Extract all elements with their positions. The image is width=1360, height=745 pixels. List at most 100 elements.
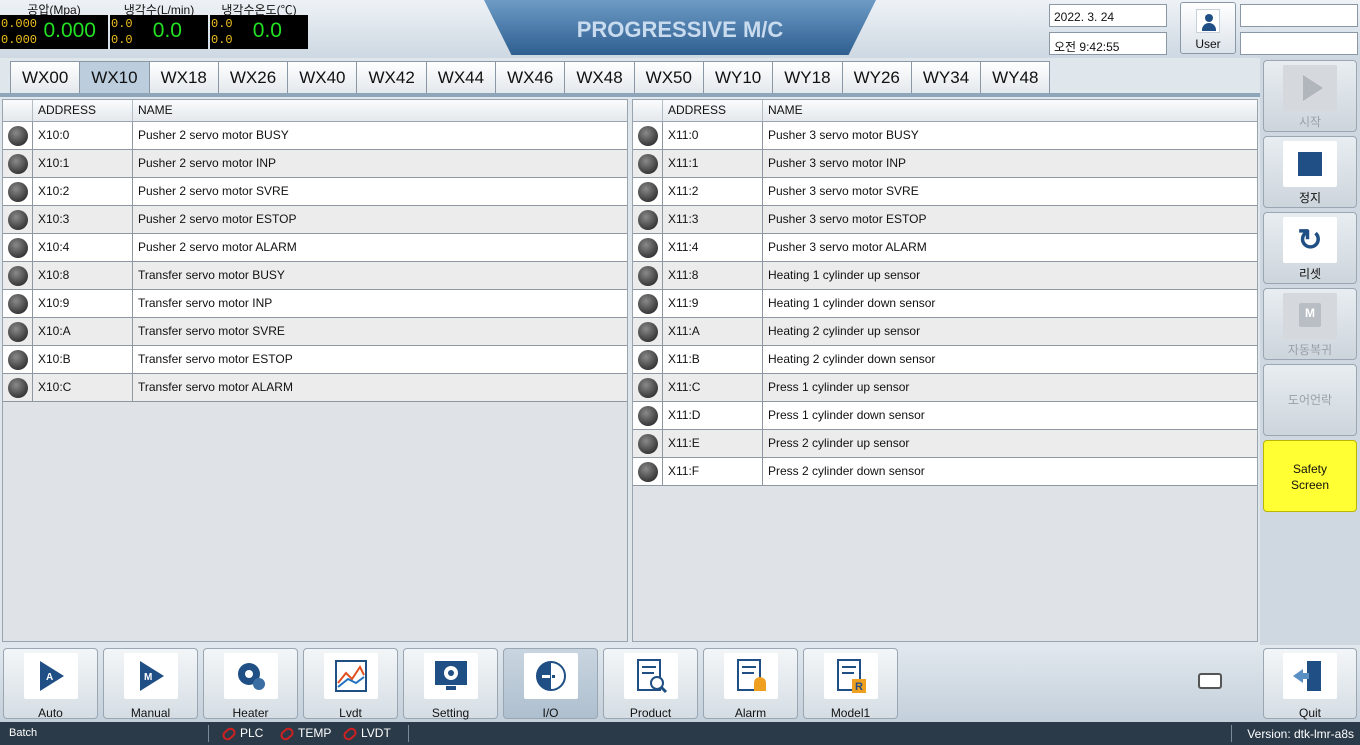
- quit-button[interactable]: Quit: [1263, 648, 1357, 720]
- nav-button-model1[interactable]: R Model1: [803, 648, 898, 720]
- table-row: X11:3 Pusher 3 servo motor ESTOP: [633, 206, 1257, 234]
- user-button-label: User: [1195, 37, 1221, 51]
- manual-mode-icon: M: [123, 653, 178, 699]
- address-cell: X10:8: [33, 262, 133, 289]
- status-led-cell: [3, 234, 33, 261]
- name-cell: Transfer servo motor BUSY: [138, 268, 285, 282]
- gauge-value: 0.0: [152, 19, 182, 42]
- version-label: Version: dtk-lmr-a8s: [1247, 727, 1354, 741]
- reset-button[interactable]: 리셋: [1263, 212, 1357, 284]
- start-button[interactable]: 시작: [1263, 60, 1357, 132]
- status-led-cell: [633, 262, 663, 289]
- name-cell: Transfer servo motor SVRE: [138, 324, 285, 338]
- table-header: ADDRESS NAME: [3, 100, 627, 122]
- gauge-small-value: 0.000: [1, 17, 38, 31]
- name-cell: Pusher 2 servo motor SVRE: [138, 184, 289, 198]
- door-unlock-label: 도어언락: [1287, 393, 1333, 407]
- tab-wy34[interactable]: WY34: [910, 61, 982, 93]
- led-column-header: [3, 100, 33, 121]
- table-row: X11:8 Heating 1 cylinder up sensor: [633, 262, 1257, 290]
- tab-wy48[interactable]: WY48: [980, 61, 1051, 93]
- reset-icon: [1283, 217, 1337, 263]
- left-table-body: X10:0 Pusher 2 servo motor BUSY X10:1 Pushe…: [3, 122, 627, 402]
- nav-button-alarm[interactable]: Alarm: [703, 648, 798, 720]
- table-row: X10:9 Transfer servo motor INP: [3, 290, 627, 318]
- title-banner: PROGRESSIVE M/C: [484, 0, 876, 55]
- gauge-small-value: 0.000: [1, 33, 38, 47]
- svg-text:A: A: [46, 672, 53, 683]
- address-cell: X10:B: [33, 346, 133, 373]
- name-cell: Pusher 3 servo motor SVRE: [768, 184, 919, 198]
- status-led-icon: [638, 154, 658, 174]
- tab-wx00[interactable]: WX00: [10, 61, 81, 93]
- table-row: X10:0 Pusher 2 servo motor BUSY: [3, 122, 627, 150]
- tab-wy26[interactable]: WY26: [841, 61, 912, 93]
- auto-return-button[interactable]: M 자동복귀: [1263, 288, 1357, 360]
- chart-icon: [323, 653, 378, 699]
- tab-wx18[interactable]: WX18: [148, 61, 219, 93]
- plc-status: PLC: [220, 725, 263, 743]
- gauge-small-value: 0.0: [211, 33, 233, 47]
- nav-button-product[interactable]: Product: [603, 648, 698, 720]
- nav-button-lvdt[interactable]: Lvdt: [303, 648, 398, 720]
- document-search-icon: [623, 653, 678, 699]
- time-display: 오전 9:42:55: [1049, 32, 1167, 55]
- table-row: X11:2 Pusher 3 servo motor SVRE: [633, 178, 1257, 206]
- play-icon: [1283, 65, 1337, 111]
- nav-button-io[interactable]: I/O: [503, 648, 598, 720]
- table-row: X11:A Heating 2 cylinder up sensor: [633, 318, 1257, 346]
- name-cell: Press 2 cylinder up sensor: [768, 436, 910, 450]
- tab-wx46[interactable]: WX46: [495, 61, 566, 93]
- tab-wx48[interactable]: WX48: [564, 61, 635, 93]
- tab-wx44[interactable]: WX44: [425, 61, 497, 93]
- table-row: X10:1 Pusher 2 servo motor INP: [3, 150, 627, 178]
- nav-button-manual[interactable]: M Manual: [103, 648, 198, 720]
- status-led-icon: [8, 266, 28, 286]
- nav-button-auto[interactable]: A Auto: [3, 648, 98, 720]
- nav-button-label: Manual: [130, 706, 171, 720]
- address-column-header: ADDRESS: [33, 100, 133, 121]
- status-led-icon: [8, 182, 28, 202]
- address-cell: X11:B: [663, 346, 763, 373]
- address-cell: X11:F: [663, 458, 763, 485]
- tab-wx50[interactable]: WX50: [633, 61, 704, 93]
- name-cell: Pusher 3 servo motor BUSY: [768, 128, 919, 142]
- right-table-body: X11:0 Pusher 3 servo motor BUSY X11:1 Pushe…: [633, 122, 1257, 486]
- address-column-header: ADDRESS: [663, 100, 763, 121]
- status-led-icon: [8, 126, 28, 146]
- address-cell: X11:A: [663, 318, 763, 345]
- user-info-field-2: [1240, 32, 1358, 55]
- io-icon: [523, 653, 578, 699]
- tab-wx40[interactable]: WX40: [287, 61, 358, 93]
- stop-label: 정지: [1298, 191, 1322, 205]
- name-cell: Press 1 cylinder up sensor: [768, 380, 910, 394]
- name-cell: Pusher 3 servo motor ESTOP: [768, 212, 927, 226]
- alarm-bell-icon: [723, 653, 778, 699]
- table-row: X10:2 Pusher 2 servo motor SVRE: [3, 178, 627, 206]
- address-cell: X11:2: [663, 178, 763, 205]
- tab-wx42[interactable]: WX42: [356, 61, 427, 93]
- tab-wx10[interactable]: WX10: [79, 61, 150, 93]
- door-unlock-button[interactable]: 도어언락: [1263, 364, 1357, 436]
- nav-button-setting[interactable]: Setting: [403, 648, 498, 720]
- status-led-cell: [633, 402, 663, 429]
- user-button[interactable]: User: [1180, 2, 1236, 54]
- safety-label-line2: Screen: [1290, 478, 1330, 492]
- nav-button-label: Heater: [232, 706, 269, 720]
- safety-screen-button[interactable]: Safety Screen: [1263, 440, 1357, 512]
- name-cell: Press 2 cylinder down sensor: [768, 464, 925, 478]
- tab-wy18[interactable]: WY18: [772, 61, 843, 93]
- address-cell: X11:1: [663, 150, 763, 177]
- tab-wy10[interactable]: WY10: [702, 61, 774, 93]
- stop-button[interactable]: 정지: [1263, 136, 1357, 208]
- model-document-icon: R: [823, 653, 878, 699]
- status-led-icon: [638, 238, 658, 258]
- auto-return-icon: M: [1283, 293, 1337, 339]
- keyboard-icon[interactable]: [1198, 673, 1222, 689]
- safety-label-line1: Safety: [1292, 462, 1328, 476]
- nav-button-heater[interactable]: Heater: [203, 648, 298, 720]
- name-cell: Heating 2 cylinder up sensor: [768, 324, 921, 338]
- exit-door-icon: [1283, 653, 1337, 699]
- side-control-panel: 시작 정지 리셋 M 자동복귀 도어언락 Safety Screen: [1260, 58, 1360, 645]
- tab-wx26[interactable]: WX26: [217, 61, 289, 93]
